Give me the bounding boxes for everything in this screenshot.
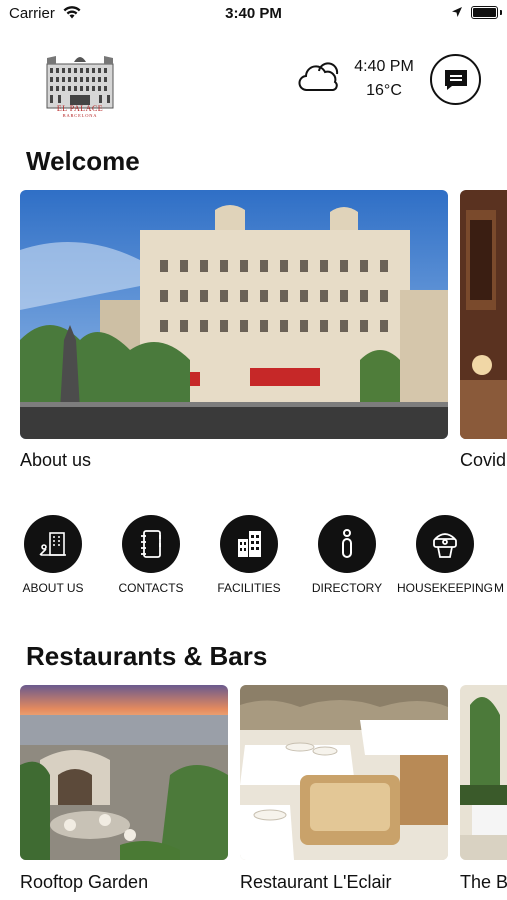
restaurants-heading: Restaurants & Bars xyxy=(26,641,268,671)
interior-photo xyxy=(460,190,507,439)
quick-menu-more[interactable]: M xyxy=(494,515,507,595)
quick-menu-label: HOUSEKEEPING xyxy=(396,581,494,595)
restaurant-leclair-caption[interactable]: Restaurant L'Eclair xyxy=(240,872,392,893)
hotel-facade-photo xyxy=(20,190,448,439)
status-time: 3:40 PM xyxy=(225,5,282,22)
battery-tip xyxy=(500,10,502,15)
housekeeping-icon xyxy=(416,515,474,573)
quick-menu-contacts[interactable]: CONTACTS xyxy=(102,515,200,595)
welcome-heading: Welcome xyxy=(26,146,140,176)
weather-temperature: 16°C xyxy=(366,82,402,99)
about-us-card[interactable] xyxy=(20,190,448,439)
covid-caption[interactable]: Covid xyxy=(460,450,506,471)
logo-subtext: BARCELONA xyxy=(62,113,98,118)
quick-menu-label: DIRECTORY xyxy=(311,581,383,595)
bar-photo xyxy=(460,685,507,860)
rooftop-garden-card[interactable] xyxy=(20,685,228,860)
battery-icon xyxy=(471,6,498,19)
rooftop-photo xyxy=(20,685,228,860)
address-book-icon xyxy=(122,515,180,573)
chat-icon xyxy=(444,69,467,90)
quick-menu-label: M xyxy=(494,581,504,595)
status-bar: Carrier 3:40 PM xyxy=(0,0,507,28)
location-arrow-icon xyxy=(452,7,462,17)
quick-menu-about-us[interactable]: ABOUT US xyxy=(4,515,102,595)
building-info-icon xyxy=(24,515,82,573)
about-us-caption[interactable]: About us xyxy=(20,450,91,471)
weather-time: 4:40 PM xyxy=(354,58,414,75)
quick-menu-facilities[interactable]: FACILITIES xyxy=(200,515,298,595)
covid-card[interactable] xyxy=(460,190,507,439)
quick-menu-label: CONTACTS xyxy=(118,581,184,595)
info-icon xyxy=(318,515,376,573)
rooftop-garden-caption[interactable]: Rooftop Garden xyxy=(20,872,148,893)
cloud-icon xyxy=(298,62,339,91)
bar-card[interactable] xyxy=(460,685,507,860)
quick-menu-housekeeping[interactable]: HOUSEKEEPING xyxy=(396,515,494,595)
logo-text: EL PALACE xyxy=(56,104,104,113)
quick-menu-directory[interactable]: DIRECTORY xyxy=(298,515,396,595)
restaurant-leclair-card[interactable] xyxy=(240,685,448,860)
chat-button[interactable] xyxy=(430,54,481,105)
quick-menu-label: ABOUT US xyxy=(22,581,84,595)
quick-menu-label: FACILITIES xyxy=(217,581,281,595)
buildings-icon xyxy=(220,515,278,573)
dining-room-photo xyxy=(240,685,448,860)
bar-caption[interactable]: The B xyxy=(460,872,507,893)
